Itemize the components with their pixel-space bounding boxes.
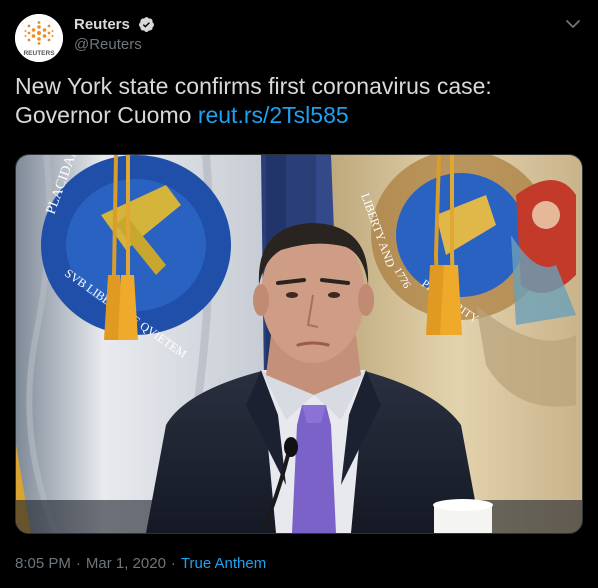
tweet-source-link[interactable]: True Anthem — [181, 555, 266, 572]
tweet-date[interactable]: Mar 1, 2020 — [86, 555, 166, 572]
tweet-header: REUTERS Reuters @Reuters — [15, 14, 583, 62]
photo-cuomo-press-conference: PLACIDAM SVB LIBERTATE QVIETEM LIBERTY A… — [16, 155, 582, 533]
tweet-time[interactable]: 8:05 PM — [15, 555, 71, 572]
tweet-link[interactable]: reut.rs/2Tsl585 — [198, 102, 349, 128]
avatar[interactable]: REUTERS — [15, 14, 63, 62]
tweet-text: New York state confirms first coronaviru… — [15, 72, 583, 130]
verified-badge-icon — [138, 16, 155, 33]
meta-separator: · — [75, 555, 81, 572]
tweet-photo[interactable]: PLACIDAM SVB LIBERTATE QVIETEM LIBERTY A… — [15, 154, 583, 534]
chevron-down-icon[interactable] — [563, 14, 583, 34]
logo-wordmark: REUTERS — [23, 50, 55, 57]
reuters-logo-icon: REUTERS — [15, 14, 63, 62]
display-name[interactable]: Reuters — [74, 16, 130, 33]
author-handle[interactable]: @Reuters — [74, 36, 155, 53]
author-names: Reuters @Reuters — [74, 16, 155, 53]
meta-separator-2: · — [170, 555, 176, 572]
tweet-meta: 8:05 PM · Mar 1, 2020 · True Anthem — [15, 555, 266, 572]
